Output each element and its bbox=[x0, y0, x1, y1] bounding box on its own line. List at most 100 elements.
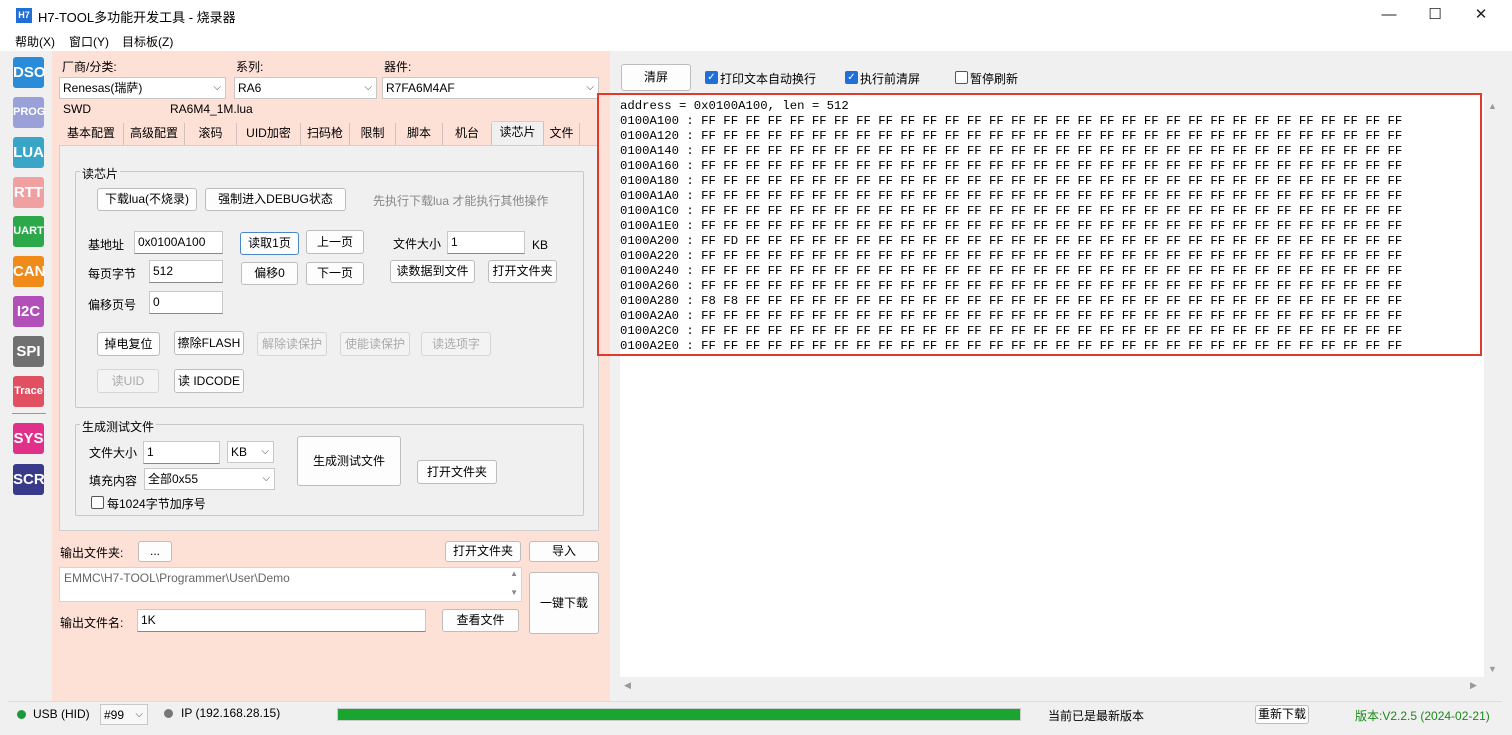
tab-machine[interactable]: 机台 bbox=[443, 123, 492, 145]
read-option-bytes-button[interactable]: 读选项字 bbox=[421, 332, 491, 356]
usb-status: USB (HID) bbox=[33, 707, 90, 721]
bytes-per-page-input[interactable]: 512 bbox=[149, 260, 223, 283]
toolbar-divider bbox=[12, 413, 46, 414]
output-path-box[interactable]: EMMC\H7-TOOL\Programmer\User\Demo ▲ ▼ bbox=[59, 567, 522, 602]
sidebar-spi-button[interactable]: SPI bbox=[13, 336, 44, 367]
download-lua-button[interactable]: 下载lua(不烧录) bbox=[97, 188, 197, 211]
auto-wrap-checkbox[interactable]: ✓ bbox=[705, 71, 718, 84]
chevron-down-icon: ⌵ bbox=[261, 446, 269, 457]
menu-target-board[interactable]: 目标板(Z) bbox=[122, 33, 173, 50]
app-icon: H7 bbox=[16, 8, 32, 23]
device-number-select[interactable]: #99 ⌵ bbox=[100, 704, 148, 725]
tab-rolling-code[interactable]: 滚码 bbox=[185, 123, 237, 145]
read-page-button[interactable]: 读取1页 bbox=[240, 232, 299, 255]
minimize-button[interactable]: — bbox=[1366, 0, 1412, 30]
gen-unit-value: KB bbox=[231, 445, 248, 459]
vendor-select[interactable]: Renesas(瑞萨) ⌵ bbox=[59, 77, 226, 99]
sidebar-can-button[interactable]: CAN bbox=[13, 256, 46, 287]
sidebar-rtt-button[interactable]: RTT bbox=[13, 177, 44, 208]
import-button[interactable]: 导入 bbox=[529, 541, 599, 562]
read-idcode-button[interactable]: 读 IDCODE bbox=[174, 369, 244, 393]
scroll-down-icon[interactable]: ▼ bbox=[510, 588, 518, 597]
check-icon: ✓ bbox=[847, 72, 856, 83]
generate-test-file-button[interactable]: 生成测试文件 bbox=[297, 436, 401, 486]
sidebar-lua-button[interactable]: LUA bbox=[13, 137, 44, 168]
device-select[interactable]: R7FA6M4AF ⌵ bbox=[382, 77, 599, 99]
tab-advanced[interactable]: 高级配置 bbox=[124, 123, 185, 145]
gen-unit-select[interactable]: KB ⌵ bbox=[227, 441, 274, 463]
tab-limit[interactable]: 限制 bbox=[350, 123, 396, 145]
progress-bar bbox=[337, 708, 1021, 721]
sidebar-trace-button[interactable]: Trace bbox=[13, 376, 44, 407]
maximize-button[interactable]: ☐ bbox=[1412, 0, 1458, 30]
sidebar-scr-button[interactable]: SCR bbox=[13, 464, 45, 495]
add-seq-checkbox[interactable] bbox=[91, 496, 104, 509]
prev-page-button[interactable]: 上一页 bbox=[306, 230, 364, 254]
redownload-button[interactable]: 重新下载 bbox=[1255, 705, 1309, 724]
status-bar: USB (HID) #99 ⌵ IP (192.168.28.15) 当前已是最新… bbox=[8, 701, 1502, 726]
power-reset-button[interactable]: 掉电复位 bbox=[97, 332, 160, 356]
series-select[interactable]: RA6 ⌵ bbox=[234, 77, 377, 99]
output-filename-input[interactable]: 1K bbox=[137, 609, 426, 632]
enable-read-protect-button[interactable]: 使能读保护 bbox=[340, 332, 410, 356]
file-size-input[interactable]: 1 bbox=[447, 231, 525, 254]
output-open-folder-button[interactable]: 打开文件夹 bbox=[445, 541, 521, 562]
sidebar-i2c-button[interactable]: I2C bbox=[13, 296, 44, 327]
pause-refresh-checkbox[interactable] bbox=[955, 71, 968, 84]
chevron-down-icon: ⌵ bbox=[586, 82, 594, 93]
base-addr-label: 基地址 bbox=[88, 238, 125, 252]
tab-basic[interactable]: 基本配置 bbox=[59, 123, 124, 145]
pause-refresh-label: 暂停刷新 bbox=[970, 72, 1019, 86]
scroll-down-icon[interactable]: ▼ bbox=[1488, 664, 1497, 674]
tab-scanner[interactable]: 扫码枪 bbox=[301, 123, 350, 145]
highlight-box bbox=[597, 93, 1482, 356]
clear-before-label: 执行前清屏 bbox=[860, 72, 921, 86]
file-size-label: 文件大小 bbox=[393, 237, 442, 251]
sidebar-uart-button[interactable]: UART bbox=[13, 216, 44, 247]
device-value: R7FA6M4AF bbox=[386, 81, 455, 95]
tab-script[interactable]: 脚本 bbox=[396, 123, 443, 145]
read-to-file-button[interactable]: 读数据到文件 bbox=[390, 260, 475, 283]
progress-bar-fill bbox=[338, 709, 1020, 720]
offset-page-input[interactable]: 0 bbox=[149, 291, 223, 314]
one-key-download-button[interactable]: 一键下载 bbox=[529, 572, 599, 634]
auto-wrap-label: 打印文本自动换行 bbox=[720, 72, 817, 86]
scroll-up-icon[interactable]: ▲ bbox=[510, 569, 518, 578]
scroll-right-icon[interactable]: ▶ bbox=[1470, 680, 1477, 691]
tab-file[interactable]: 文件 bbox=[544, 123, 580, 145]
view-file-button[interactable]: 查看文件 bbox=[442, 609, 519, 632]
clear-before-checkbox[interactable]: ✓ bbox=[845, 71, 858, 84]
read-uid-button[interactable]: 读UID bbox=[97, 369, 159, 393]
output-filename-label: 输出文件名: bbox=[60, 616, 124, 630]
bytes-per-page-label: 每页字节 bbox=[88, 267, 137, 281]
gen-open-folder-button[interactable]: 打开文件夹 bbox=[417, 460, 497, 484]
next-page-button[interactable]: 下一页 bbox=[306, 262, 364, 285]
file-size-unit: KB bbox=[532, 238, 549, 252]
output-folder-label: 输出文件夹: bbox=[60, 546, 124, 560]
erase-flash-button[interactable]: 擦除FLASH bbox=[174, 331, 244, 355]
interface-label: SWD bbox=[63, 102, 91, 116]
tab-read-chip[interactable]: 读芯片 bbox=[492, 121, 544, 146]
menu-help[interactable]: 帮助(X) bbox=[15, 33, 55, 50]
fill-content-label: 填充内容 bbox=[89, 474, 138, 488]
scroll-up-icon[interactable]: ▲ bbox=[1488, 101, 1497, 111]
clear-screen-button[interactable]: 清屏 bbox=[621, 64, 691, 91]
sidebar-dso-button[interactable]: DSO bbox=[13, 57, 46, 88]
gen-file-size-label: 文件大小 bbox=[89, 446, 138, 460]
force-debug-button[interactable]: 强制进入DEBUG状态 bbox=[205, 188, 346, 211]
unlock-read-protect-button[interactable]: 解除读保护 bbox=[257, 332, 327, 356]
fill-content-select[interactable]: 全部0x55 ⌵ bbox=[144, 468, 275, 490]
tab-uid-encrypt[interactable]: UID加密 bbox=[237, 123, 301, 145]
offset0-button[interactable]: 偏移0 bbox=[241, 262, 298, 285]
open-folder-button[interactable]: 打开文件夹 bbox=[488, 260, 557, 283]
sidebar-prog-button[interactable]: PROG bbox=[13, 97, 45, 128]
browse-button[interactable]: ... bbox=[138, 541, 172, 562]
device-label: 器件: bbox=[384, 60, 412, 74]
gen-file-size-input[interactable]: 1 bbox=[143, 441, 220, 464]
scroll-left-icon[interactable]: ◀ bbox=[624, 680, 631, 691]
menu-window[interactable]: 窗口(Y) bbox=[69, 33, 109, 50]
sidebar-sys-button[interactable]: SYS bbox=[13, 423, 44, 454]
close-button[interactable]: ✕ bbox=[1458, 0, 1504, 30]
base-addr-input[interactable]: 0x0100A100 bbox=[134, 231, 223, 254]
version-label: 版本:V2.2.5 (2024-02-21) bbox=[1355, 709, 1490, 723]
